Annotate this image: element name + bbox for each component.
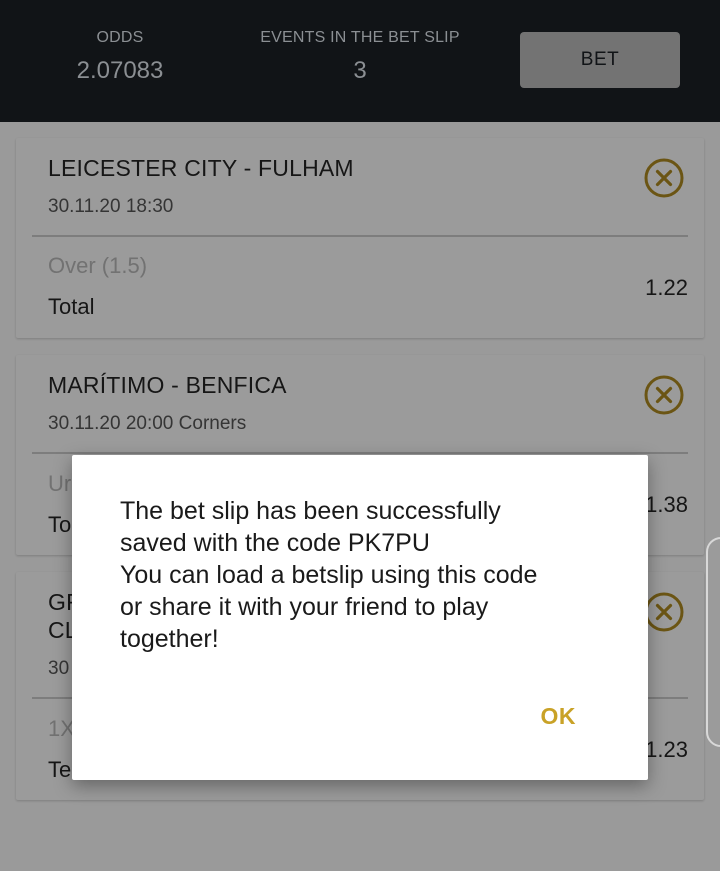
dialog-line: The bet slip has been successfully	[120, 497, 501, 525]
event-datetime: 30	[48, 658, 70, 679]
events-count: 3	[353, 57, 367, 84]
dialog-line: or share it with your friend to play	[120, 593, 489, 621]
bet-slip-header: ODDS 2.07083 EVENTS IN THE BET SLIP 3 BE…	[0, 0, 720, 122]
close-circle-icon[interactable]	[644, 592, 684, 632]
close-circle-icon[interactable]	[644, 158, 684, 198]
bet-button[interactable]: BET	[520, 32, 680, 88]
selection-odds: 1.22	[645, 275, 688, 300]
events-label: EVENTS IN THE BET SLIP	[260, 29, 460, 46]
card-divider	[32, 235, 688, 237]
event-title: MARÍTIMO - BENFICA	[48, 372, 287, 398]
card-divider	[32, 452, 688, 454]
odds-label: ODDS	[96, 29, 144, 46]
market-selection: 1X	[48, 716, 75, 741]
events-summary: EVENTS IN THE BET SLIP 3	[250, 28, 470, 88]
success-dialog: The bet slip has been successfully saved…	[72, 455, 648, 780]
event-title: LEICESTER CITY - FULHAM	[48, 155, 354, 181]
bet-card: LEICESTER CITY - FULHAM 30.11.20 18:30 O…	[16, 138, 704, 338]
market-type: To	[48, 512, 72, 537]
market-type: Te	[48, 757, 72, 782]
dialog-message: The bet slip has been successfully saved…	[120, 495, 610, 655]
market-selection: Ur	[48, 471, 72, 496]
dialog-line: together!	[120, 625, 219, 653]
market-type: Total	[48, 294, 95, 319]
odds-value: 2.07083	[76, 57, 164, 84]
event-datetime: 30.11.20 20:00 Corners	[48, 413, 247, 434]
ok-button[interactable]: OK	[541, 703, 577, 730]
close-circle-icon[interactable]	[644, 375, 684, 415]
selection-odds: 1.38	[645, 492, 688, 517]
edge-panel-handle[interactable]	[706, 537, 720, 747]
market-selection: Over (1.5)	[48, 253, 148, 278]
selection-odds: 1.23	[645, 737, 688, 762]
odds-summary: ODDS 2.07083	[60, 28, 180, 88]
dialog-line: saved with the code PK7PU	[120, 529, 430, 557]
event-datetime: 30.11.20 18:30	[48, 196, 174, 217]
dialog-line: You can load a betslip using this code	[120, 561, 538, 589]
